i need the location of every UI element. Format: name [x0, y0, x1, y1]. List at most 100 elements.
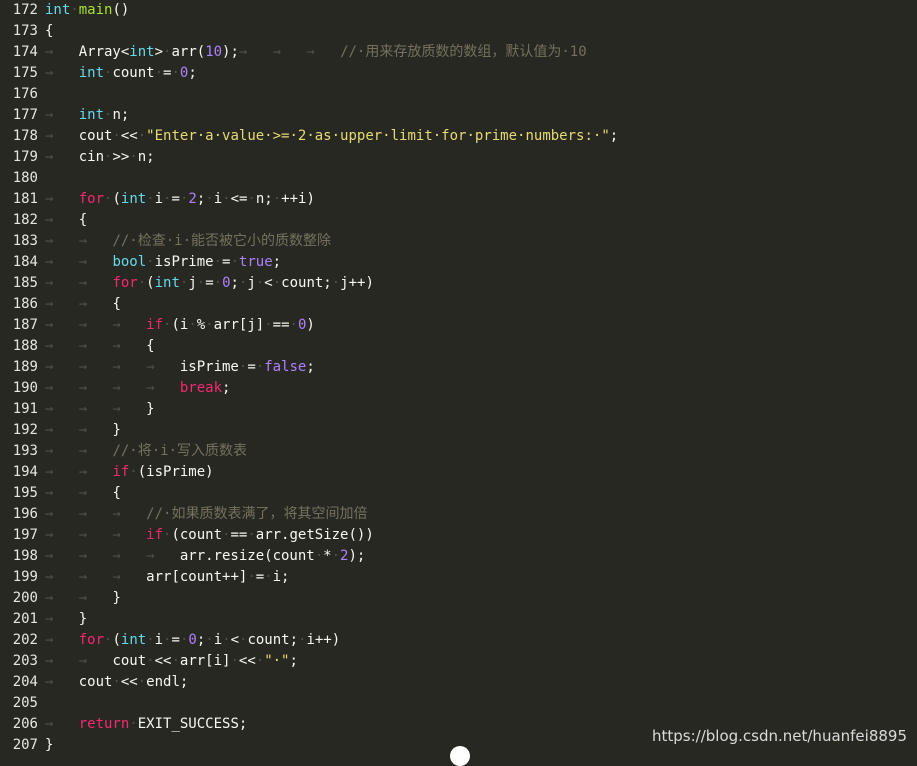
code-token: ++i): [281, 191, 315, 207]
code-token: count: [112, 65, 155, 81]
code-line[interactable]: 177 → int·n;: [0, 105, 917, 126]
code-token: → →: [45, 590, 113, 606]
code-line[interactable]: 178 → cout·<<·"Enter·a·value·>=·2·as·uppe…: [0, 126, 917, 147]
code-token: → → →: [238, 44, 341, 60]
code-token: (count: [171, 527, 223, 543]
code-text: → → {: [45, 483, 121, 504]
code-token: {: [112, 296, 121, 312]
code-token: → → →: [45, 527, 147, 543]
code-token: ==: [230, 527, 248, 543]
code-line[interactable]: 184 → → bool·isPrime·=·true;: [0, 252, 917, 273]
watermark-url: https://blog.csdn.net/huanfei8895: [651, 727, 907, 745]
code-text: → → {: [45, 294, 121, 315]
code-text: → return·EXIT_SUCCESS;: [45, 714, 247, 735]
code-line[interactable]: 189 → → → → isPrime·=·false;: [0, 357, 917, 378]
code-line[interactable]: 204 → cout·<<·endl;: [0, 672, 917, 693]
code-line[interactable]: 188 → → → {: [0, 336, 917, 357]
code-token: ·: [213, 275, 223, 291]
code-text: → Array<int>·arr(10);→ → → //·用来存放质数的数组，…: [45, 42, 587, 63]
code-line[interactable]: 194 → → if·(isPrime): [0, 462, 917, 483]
line-number: 205: [12, 695, 38, 711]
code-token: int: [120, 191, 147, 207]
code-line[interactable]: 186 → → {: [0, 294, 917, 315]
code-text: → → if·(isPrime): [45, 462, 214, 483]
code-token: EXIT_SUCCESS;: [137, 716, 248, 732]
code-line[interactable]: 187 → → → if·(i·%·arr[j]·==·0): [0, 315, 917, 336]
code-token: (isPrime): [137, 464, 214, 480]
code-token: arr[count++]: [146, 569, 248, 585]
code-token: ·: [314, 548, 324, 564]
code-text: → cout·<<·endl;: [45, 672, 188, 693]
code-token: "Enter·a·value·>=·2·as·upper·limit·for·p…: [146, 128, 610, 144]
code-line[interactable]: 203 → → cout·<<·arr[i]·<<·"·";: [0, 651, 917, 672]
code-token: j++): [340, 275, 374, 291]
code-line[interactable]: 192 → → }: [0, 420, 917, 441]
code-line[interactable]: 196 → → → //·如果质数表满了，将其空间加倍: [0, 504, 917, 525]
code-token: ·: [247, 527, 256, 543]
code-token: ·: [205, 632, 214, 648]
code-line[interactable]: 193 → → //·将·i·写入质数表: [0, 441, 917, 462]
code-token: → → → →: [45, 380, 180, 396]
code-line[interactable]: 179 → cin·>>·n;: [0, 147, 917, 168]
code-line[interactable]: 197 → → → if·(count·==·arr.getSize()): [0, 525, 917, 546]
code-line[interactable]: 175 → int·count·=·0;: [0, 63, 917, 84]
code-token: → →: [45, 422, 113, 438]
code-token: int: [78, 107, 105, 123]
code-token: ·: [163, 191, 172, 207]
code-line[interactable]: 201 → }: [0, 609, 917, 630]
line-number: 176: [12, 86, 38, 102]
code-line[interactable]: 191 → → → }: [0, 399, 917, 420]
code-token: → → → →: [45, 359, 180, 375]
code-token: <<: [154, 653, 172, 669]
code-token: for: [112, 275, 138, 291]
code-token: endl;: [146, 674, 189, 690]
code-token: for: [78, 191, 105, 207]
code-line[interactable]: 172 int·main(): [0, 0, 917, 21]
code-token: }: [78, 611, 88, 627]
code-token: → →: [45, 464, 113, 480]
code-token: <<: [120, 674, 138, 690]
code-token: →: [45, 674, 79, 690]
code-text: → for·(int·i·=·0;·i·<·count;·i++): [45, 630, 340, 651]
code-line[interactable]: 182 → {: [0, 210, 917, 231]
line-number: 191: [12, 401, 38, 417]
code-token: ·: [222, 632, 231, 648]
code-line[interactable]: 185 → → for·(int·j·=·0;·j·<·count;·j++): [0, 273, 917, 294]
code-line[interactable]: 174 → Array<int>·arr(10);→ → → //·用来存放质数的…: [0, 42, 917, 63]
line-number: 182: [12, 212, 38, 228]
code-line[interactable]: 205: [0, 693, 917, 714]
code-token: arr.resize(count: [179, 548, 315, 564]
line-number: 187: [12, 317, 38, 333]
code-token: }: [112, 422, 121, 438]
code-line[interactable]: 202 → for·(int·i·=·0;·i·<·count;·i++): [0, 630, 917, 651]
code-token: ·: [154, 65, 164, 81]
code-line[interactable]: 183 → → //·检查·i·能否被它小的质数整除: [0, 231, 917, 252]
code-token: ·: [129, 149, 138, 165]
code-line[interactable]: 198 → → → → arr.resize(count·*·2);: [0, 546, 917, 567]
code-editor[interactable]: 172 int·main() 173{174 → Array<int>·arr(10)…: [0, 0, 917, 755]
code-token: (: [146, 275, 155, 291]
code-token: =: [171, 191, 180, 207]
code-line[interactable]: 181 → for·(int·i·=·2;·i·<=·n;·++i): [0, 189, 917, 210]
code-line[interactable]: 200 → → }: [0, 588, 917, 609]
code-token: ;: [306, 359, 315, 375]
line-number: 192: [12, 422, 38, 438]
code-token: →: [45, 191, 79, 207]
code-token: i: [154, 632, 164, 648]
code-line[interactable]: 190 → → → → break;: [0, 378, 917, 399]
code-line[interactable]: 180: [0, 168, 917, 189]
line-number: 180: [12, 170, 38, 186]
code-text: → cout·<<·"Enter·a·value·>=·2·as·upper·l…: [45, 126, 618, 147]
code-token: ·: [289, 317, 298, 333]
code-line[interactable]: 173 {: [0, 21, 917, 42]
code-token: cout: [78, 674, 113, 690]
code-line[interactable]: 176: [0, 84, 917, 105]
code-token: ·: [264, 317, 273, 333]
code-text: → → → → isPrime·=·false;: [45, 357, 315, 378]
code-token: ;: [289, 653, 298, 669]
line-number: 200: [12, 590, 38, 606]
code-line[interactable]: 199 → → → arr[count++]·=·i;: [0, 567, 917, 588]
code-text: → int·n;: [45, 105, 129, 126]
code-line[interactable]: 195 → → {: [0, 483, 917, 504]
code-token: (): [112, 2, 130, 18]
